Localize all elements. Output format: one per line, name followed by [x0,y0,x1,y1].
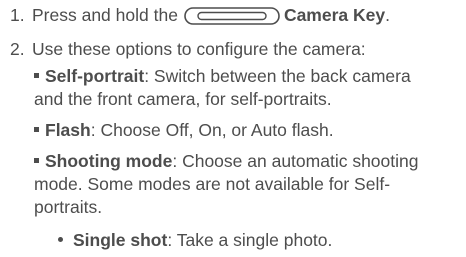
camera-key-icon [184,7,280,31]
step-1: 1. Press and hold the Camera Key. [10,4,390,31]
option-text: and the front camera, for self-portraits… [34,89,332,109]
step-text: Use these options to configure the camer… [32,39,366,59]
step-2: 2. Use these options to configure the cam… [10,38,366,61]
option-title: Shooting mode [45,151,173,171]
option-title: Self-portrait [45,66,145,86]
option-text: portraits. [34,197,103,217]
instruction-page: 1. Press and hold the Camera Key. 2. Use t… [0,0,466,257]
step-number: 2. [10,39,25,59]
option-shooting-mode: Shooting mode: Choose an automatic shoot… [34,150,454,219]
option-text: mode. Some modes are not available for S… [34,174,391,194]
step-text-end: . [385,5,390,25]
step-number: 1. [10,5,25,25]
square-bullet-icon [34,158,39,163]
option-text: : Switch between the back camera [144,66,411,86]
option-self-portrait: Self-portrait: Switch between the back c… [34,65,454,111]
sub-option-title: Single shot [73,230,168,250]
square-bullet-icon [34,73,39,78]
sub-option-single-shot: Single shot: Take a single photo. [58,229,332,252]
option-flash: Flash: Choose Off, On, or Auto flash. [34,119,454,142]
camera-key-label: Camera Key [283,5,386,25]
sub-option-text: : Take a single photo. [167,230,333,250]
round-bullet-icon [58,237,63,242]
step-text: Press and hold the [32,5,178,25]
square-bullet-icon [34,127,39,132]
option-title: Flash [45,120,91,140]
option-text: : Choose Off, On, or Auto flash. [90,120,334,140]
option-text: : Choose an automatic shooting [172,151,419,171]
